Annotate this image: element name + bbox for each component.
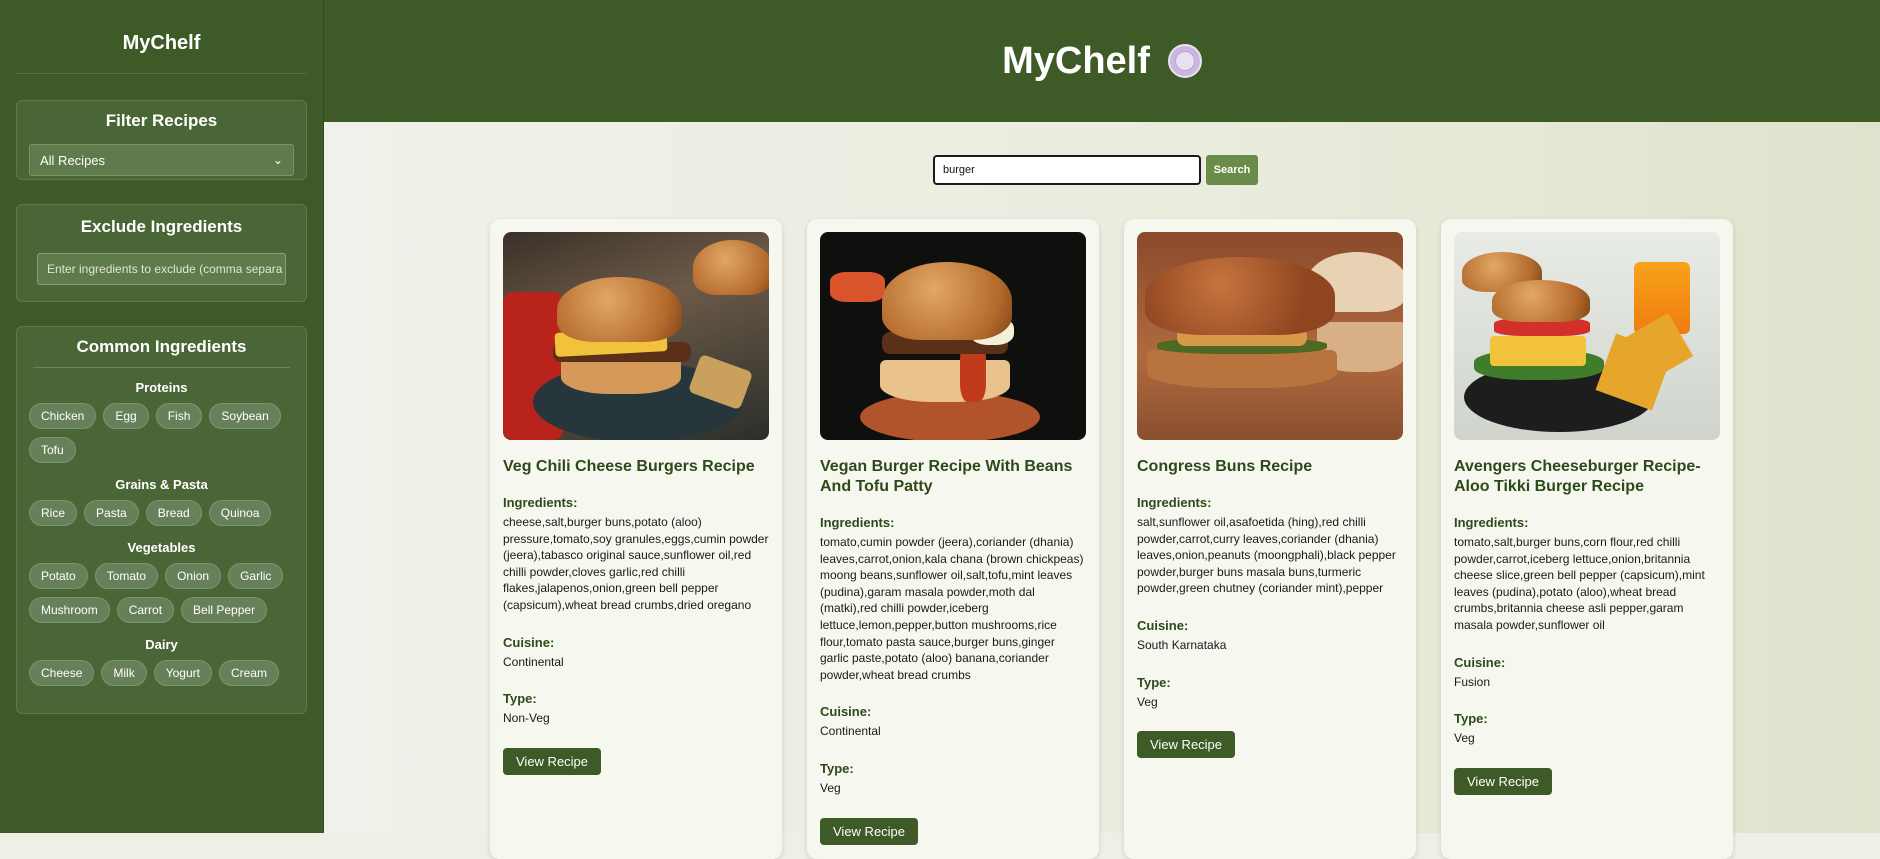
chip-soybean[interactable]: Soybean <box>209 403 281 429</box>
recipe-filter-value: All Recipes <box>40 152 106 168</box>
plate-icon <box>1167 44 1202 78</box>
chip-yogurt[interactable]: Yogurt <box>153 660 212 686</box>
group-title-dairy: Dairy <box>145 637 178 652</box>
main-content: burger Search Veg Chili Cheese Burgers R… <box>324 122 1880 859</box>
type-value: Veg <box>1137 694 1158 709</box>
recipe-title: Veg Chili Cheese Burgers Recipe <box>503 458 755 475</box>
chip-cheese[interactable]: Cheese <box>29 660 95 686</box>
divider <box>33 367 290 368</box>
chip-chicken[interactable]: Chicken <box>29 403 97 429</box>
view-recipe-button[interactable]: View Recipe <box>1137 731 1236 759</box>
chip-fish[interactable]: Fish <box>155 403 203 429</box>
search-button[interactable]: Search <box>1206 155 1258 185</box>
type-label: Type: <box>503 691 537 707</box>
recipe-card: Avengers Cheeseburger Recipe-Aloo Tikki … <box>1441 219 1733 859</box>
type-label: Type: <box>1454 711 1488 727</box>
chip-potato[interactable]: Potato <box>29 563 88 589</box>
search-input[interactable]: burger <box>933 155 1201 185</box>
chip-mushroom[interactable]: Mushroom <box>29 597 110 623</box>
type-value: Non-Veg <box>503 711 550 726</box>
chevron-down-icon: ⌄ <box>272 153 283 167</box>
chips-dairy: Cheese Milk Yogurt Cream <box>29 660 294 686</box>
view-recipe-button[interactable]: View Recipe <box>1454 767 1553 795</box>
cuisine-value: Fusion <box>1454 674 1491 689</box>
ingredients-value: salt,sunflower oil,asafoetida (hing),red… <box>1137 515 1396 596</box>
recipe-filter-select[interactable]: All Recipes ⌄ <box>29 144 294 176</box>
ingredients-label: Ingredients: <box>1454 515 1529 530</box>
page-title: MyChelf <box>1002 39 1150 82</box>
type-label: Type: <box>820 760 854 776</box>
sidebar: MyChelf Filter Recipes All Recipes ⌄ Exc… <box>0 0 324 833</box>
recipe-card: Congress Buns Recipe Ingredients: salt,s… <box>1124 219 1416 859</box>
ingredients-value: tomato,salt,burger buns,corn flour,red c… <box>1454 535 1705 632</box>
chips-vegetables: Potato Tomato Onion Garlic Mushroom Carr… <box>29 563 294 623</box>
recipe-title: Congress Buns Recipe <box>1137 458 1313 475</box>
chip-onion[interactable]: Onion <box>165 563 222 589</box>
exclude-heading: Exclude Ingredients <box>80 217 243 236</box>
ingredients-label: Ingredients: <box>503 495 578 510</box>
cuisine-value: Continental <box>503 654 564 669</box>
recipe-image <box>503 232 769 440</box>
exclude-panel: Exclude Ingredients Enter ingredients to… <box>16 204 307 302</box>
chip-tomato[interactable]: Tomato <box>94 563 159 589</box>
recipe-title: Avengers Cheeseburger Recipe-Aloo Tikki … <box>1454 458 1701 495</box>
recipe-image <box>820 232 1086 440</box>
type-value: Veg <box>820 780 841 795</box>
group-title-proteins: Proteins <box>135 380 188 395</box>
chip-milk[interactable]: Milk <box>101 660 147 686</box>
chip-quinoa[interactable]: Quinoa <box>208 500 272 526</box>
type-label: Type: <box>1137 674 1171 690</box>
chip-pasta[interactable]: Pasta <box>84 500 139 526</box>
header-title-wrap: MyChelf <box>1002 40 1202 83</box>
search-bar: burger Search <box>933 155 1258 185</box>
chip-cream[interactable]: Cream <box>218 660 279 686</box>
recipe-title: Vegan Burger Recipe With Beans And Tofu … <box>820 458 1073 495</box>
filter-panel: Filter Recipes All Recipes ⌄ <box>16 100 307 180</box>
chips-proteins: Chicken Egg Fish Soybean Tofu <box>29 403 294 463</box>
cuisine-value: South Karnataka <box>1137 637 1227 652</box>
recipe-card: Vegan Burger Recipe With Beans And Tofu … <box>807 219 1099 859</box>
page-header: MyChelf <box>324 0 1880 122</box>
type-value: Veg <box>1454 731 1475 746</box>
group-title-vegetables: Vegetables <box>127 540 196 555</box>
ingredients-value: cheese,salt,burger buns,potato (aloo) pr… <box>503 515 769 612</box>
chip-bread[interactable]: Bread <box>145 500 202 526</box>
cuisine-label: Cuisine: <box>1137 617 1189 633</box>
ingredients-label: Ingredients: <box>1137 495 1212 510</box>
cuisine-label: Cuisine: <box>820 704 872 720</box>
recipe-image <box>1454 232 1720 440</box>
view-recipe-button[interactable]: View Recipe <box>820 817 919 845</box>
sidebar-title: MyChelf <box>16 0 307 74</box>
ingredients-value: tomato,cumin powder (jeera),coriander (d… <box>820 535 1084 682</box>
common-heading: Common Ingredients <box>76 337 247 356</box>
chip-egg[interactable]: Egg <box>103 403 149 429</box>
recipe-grid: Veg Chili Cheese Burgers Recipe Ingredie… <box>490 219 1733 859</box>
common-ingredients-panel: Common Ingredients Proteins Chicken Egg … <box>16 326 307 714</box>
chip-carrot[interactable]: Carrot <box>116 597 175 623</box>
chip-tofu[interactable]: Tofu <box>29 437 76 463</box>
view-recipe-button[interactable]: View Recipe <box>503 747 602 775</box>
cuisine-label: Cuisine: <box>503 634 555 650</box>
group-title-grains: Grains & Pasta <box>115 477 208 492</box>
recipe-image <box>1137 232 1403 440</box>
recipe-card: Veg Chili Cheese Burgers Recipe Ingredie… <box>490 219 782 859</box>
exclude-ingredients-input[interactable]: Enter ingredients to exclude (comma sepa… <box>37 253 286 285</box>
filter-heading: Filter Recipes <box>105 111 218 130</box>
chip-rice[interactable]: Rice <box>29 500 78 526</box>
chip-bell-pepper[interactable]: Bell Pepper <box>181 597 268 623</box>
cuisine-value: Continental <box>820 724 881 739</box>
cuisine-label: Cuisine: <box>1454 654 1506 670</box>
chips-grains: Rice Pasta Bread Quinoa <box>29 500 294 526</box>
chip-garlic[interactable]: Garlic <box>228 563 284 589</box>
ingredients-label: Ingredients: <box>820 515 895 530</box>
